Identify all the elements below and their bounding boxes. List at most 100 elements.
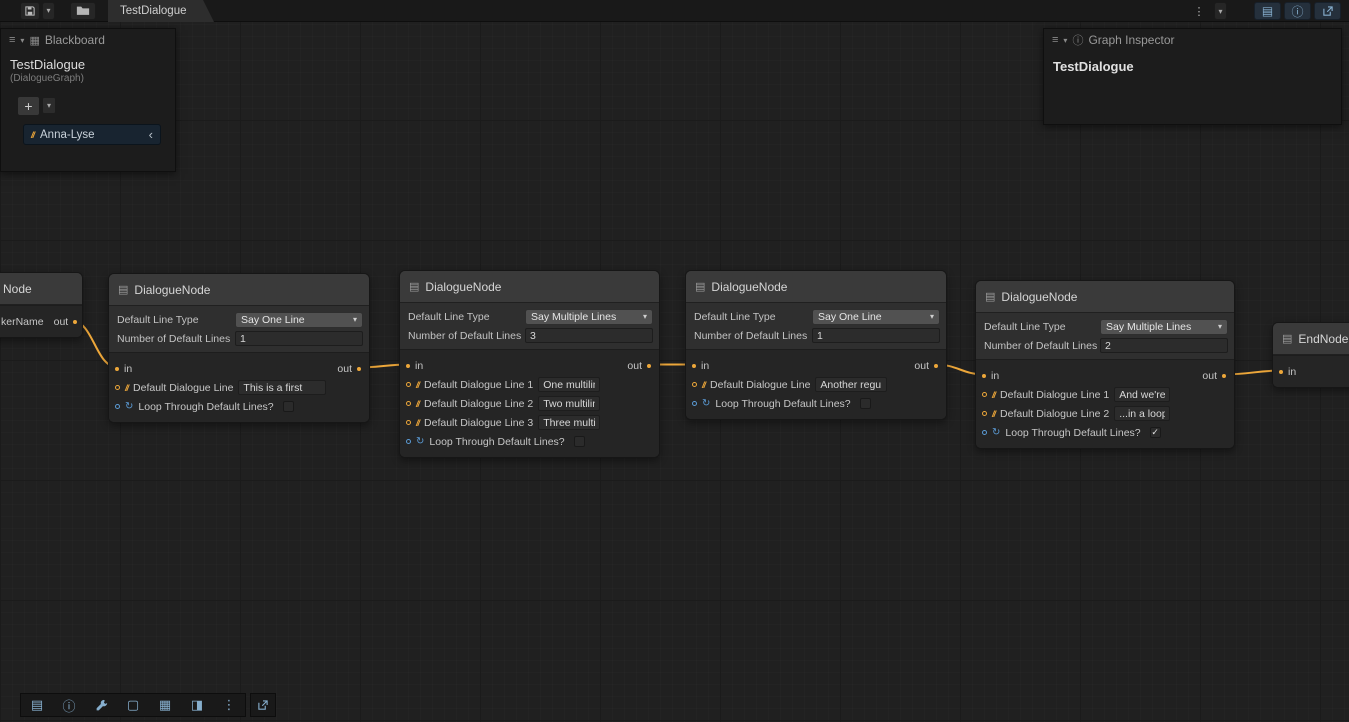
in-port-label: in (1288, 366, 1296, 378)
num-lines-label: Number of Default Lines (117, 333, 230, 345)
loop-port[interactable] (406, 439, 411, 444)
in-port[interactable] (982, 374, 986, 378)
line-port[interactable] (115, 385, 120, 390)
num-lines-input[interactable] (812, 328, 940, 343)
field-row: Default Line Type Say One Line ▾ (686, 307, 946, 326)
line-input[interactable] (538, 377, 600, 392)
line-input[interactable] (1114, 387, 1170, 402)
node-title[interactable]: ▤ DialogueNode (400, 271, 659, 303)
loop-icon: ↻ (702, 398, 710, 409)
line-port[interactable] (406, 420, 411, 425)
line-port[interactable] (406, 401, 411, 406)
panels-tool-button[interactable]: ▦ (149, 694, 181, 716)
field-row: Number of Default Lines (686, 326, 946, 345)
line-input[interactable] (238, 380, 326, 395)
blackboard-header[interactable]: ≡ ▾ ▦ Blackboard (1, 29, 175, 51)
graph-tab-title: TestDialogue (120, 5, 186, 17)
line-port[interactable] (406, 382, 411, 387)
line-type-dropdown[interactable]: Say One Line ▾ (235, 312, 363, 328)
blackboard-tool-button[interactable]: ▤ (21, 694, 53, 716)
toggle-preview-button[interactable] (1314, 2, 1341, 20)
quote-icon: // (416, 399, 419, 409)
loop-checkbox[interactable] (574, 436, 585, 447)
hamburger-icon[interactable]: ≡ (9, 34, 15, 46)
add-property-dropdown[interactable]: ▾ (42, 97, 56, 114)
line-port[interactable] (692, 382, 697, 387)
out-port[interactable] (647, 364, 651, 368)
collapse-triangle-icon[interactable]: ▾ (20, 36, 24, 45)
num-lines-input[interactable] (1100, 338, 1228, 353)
tools-button[interactable] (85, 694, 117, 716)
dialogue-node-icon: ▤ (695, 280, 705, 293)
node-title[interactable]: Node (0, 273, 82, 305)
in-port-label: in (991, 370, 999, 382)
line-port[interactable] (982, 411, 987, 416)
blackboard-property-row[interactable]: // Anna-Lyse ‹ (23, 124, 161, 145)
field-row: Number of Default Lines (400, 326, 659, 345)
line-label: Default Dialogue Line (133, 382, 233, 394)
line-port[interactable] (982, 392, 987, 397)
out-port[interactable] (1222, 374, 1226, 378)
more-dropdown-button[interactable]: ▾ (1214, 2, 1227, 20)
line-input[interactable] (815, 377, 887, 392)
in-port[interactable] (115, 367, 119, 371)
end-node-icon: ▤ (1282, 332, 1292, 345)
line-input[interactable] (1114, 406, 1170, 421)
dialogue-node-4[interactable]: ▤ DialogueNode Default Line Type Say Mul… (975, 280, 1235, 449)
toggle-blackboard-button[interactable]: ▤ (1254, 2, 1281, 20)
in-port-row: in (109, 359, 369, 378)
in-port[interactable] (1279, 370, 1283, 374)
more-button[interactable]: ⋮ (1189, 2, 1209, 20)
toggle-inspector-button[interactable]: ⓘ (1284, 2, 1311, 20)
dock-tool-button[interactable]: ◨ (181, 694, 213, 716)
open-asset-button[interactable] (70, 2, 96, 20)
out-port[interactable] (73, 320, 77, 324)
loop-checkbox[interactable] (860, 398, 871, 409)
save-dropdown-button[interactable]: ▾ (42, 2, 55, 20)
loop-icon: ↻ (416, 436, 424, 447)
graph-tab[interactable]: TestDialogue (108, 0, 214, 22)
node-title-label: DialogueNode (134, 283, 210, 297)
save-button[interactable] (20, 2, 40, 20)
quote-icon: // (702, 380, 705, 390)
speaker-node-partial[interactable]: Node kerName out (0, 272, 83, 338)
num-lines-input[interactable] (525, 328, 653, 343)
dialogue-node-2[interactable]: ▤ DialogueNode Default Line Type Say Mul… (399, 270, 660, 458)
more-tools-button[interactable]: ⋮ (213, 694, 245, 716)
inspector-tool-button[interactable]: ⓘ (53, 694, 85, 716)
line-type-dropdown[interactable]: Say One Line ▾ (812, 309, 940, 325)
out-port[interactable] (934, 364, 938, 368)
chevron-down-icon: ▾ (1218, 322, 1222, 331)
loop-checkbox[interactable] (283, 401, 294, 412)
line-type-dropdown[interactable]: Say Multiple Lines ▾ (1100, 319, 1228, 335)
node-title[interactable]: ▤ DialogueNode (686, 271, 946, 303)
node-title[interactable]: ▤ DialogueNode (976, 281, 1234, 313)
in-port[interactable] (692, 364, 696, 368)
loop-checkbox-checked[interactable]: ✓ (1150, 427, 1161, 438)
collapse-chevron-icon[interactable]: ‹ (149, 128, 153, 141)
dropdown-value: Say One Line (241, 314, 305, 326)
blackboard-graph-type: (DialogueGraph) (1, 72, 175, 90)
loop-port[interactable] (982, 430, 987, 435)
node-title[interactable]: ▤ DialogueNode (109, 274, 369, 306)
end-node[interactable]: ▤ EndNode in (1272, 322, 1349, 388)
line-input[interactable] (538, 396, 600, 411)
node-title[interactable]: ▤ EndNode (1273, 323, 1349, 355)
popout-window-button[interactable] (250, 693, 276, 717)
window-tool-button[interactable]: ▢ (117, 694, 149, 716)
node-title-label: DialogueNode (1001, 290, 1077, 304)
line-input[interactable] (538, 415, 600, 430)
graph-inspector-header[interactable]: ≡ ▾ ⓘ Graph Inspector (1044, 29, 1341, 51)
loop-port[interactable] (692, 401, 697, 406)
dialogue-node-3[interactable]: ▤ DialogueNode Default Line Type Say One… (685, 270, 947, 420)
dialogue-node-1[interactable]: ▤ DialogueNode Default Line Type Say One… (108, 273, 370, 423)
line-type-dropdown[interactable]: Say Multiple Lines ▾ (525, 309, 653, 325)
line-label: Default Dialogue Line 1 (1000, 389, 1109, 401)
collapse-triangle-icon[interactable]: ▾ (1063, 36, 1067, 45)
in-port[interactable] (406, 364, 410, 368)
out-port[interactable] (357, 367, 361, 371)
num-lines-input[interactable] (235, 331, 363, 346)
add-property-button[interactable]: + (17, 96, 40, 116)
loop-port[interactable] (115, 404, 120, 409)
hamburger-icon[interactable]: ≡ (1052, 34, 1058, 46)
